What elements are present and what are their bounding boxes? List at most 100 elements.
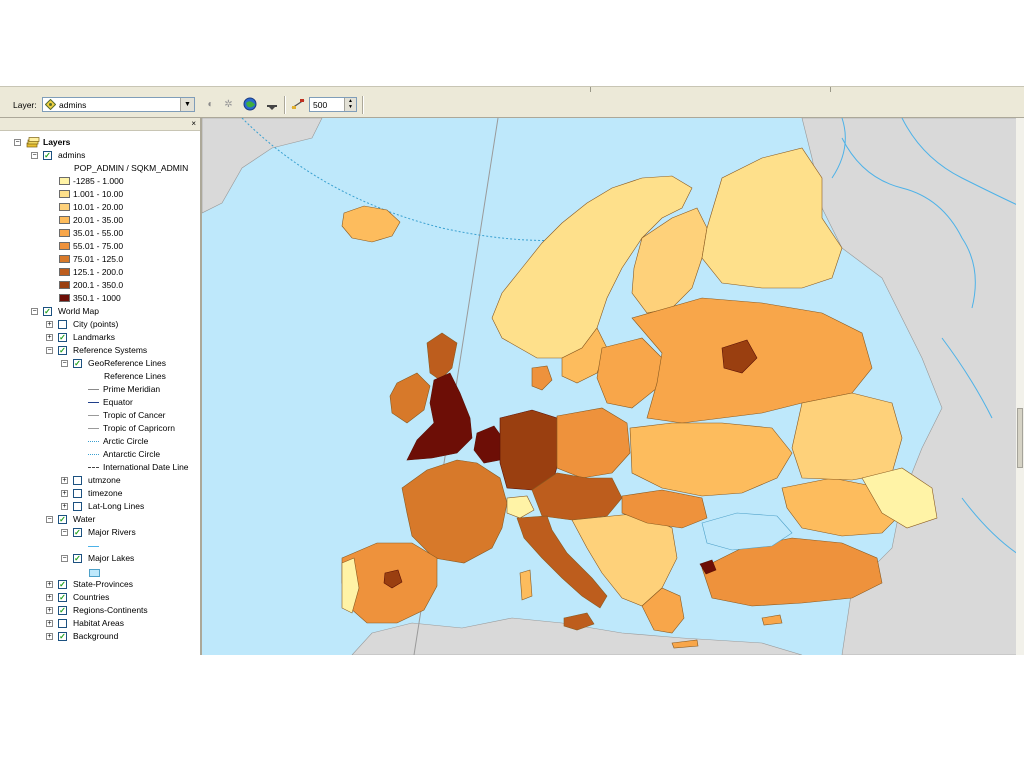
scotland bbox=[426, 332, 458, 381]
major-lakes-checkbox[interactable]: ✓ bbox=[73, 554, 82, 563]
expand-icon[interactable]: + bbox=[46, 321, 53, 328]
expand-icon[interactable]: + bbox=[61, 477, 68, 484]
collapse-icon[interactable]: − bbox=[31, 152, 38, 159]
georeference-lines-checkbox[interactable]: ✓ bbox=[73, 359, 82, 368]
city-checkbox[interactable]: ✓ bbox=[58, 320, 67, 329]
world-map-label: World Map bbox=[58, 306, 99, 316]
layer-label: Layer: bbox=[13, 100, 37, 110]
spinner-buttons[interactable]: ▲ ▼ bbox=[344, 98, 356, 111]
baltics bbox=[596, 337, 663, 409]
close-icon[interactable]: × bbox=[191, 118, 196, 130]
expand-icon[interactable]: + bbox=[61, 503, 68, 510]
reference-line-swatch bbox=[88, 389, 99, 390]
poland bbox=[556, 407, 631, 479]
chevron-down-icon[interactable]: ▼ bbox=[345, 104, 356, 110]
georeference-lines-label: GeoReference Lines bbox=[88, 358, 166, 368]
reference-systems-checkbox[interactable]: ✓ bbox=[58, 346, 67, 355]
city-label: City (points) bbox=[73, 319, 119, 329]
contrast-icon[interactable]: ◐ bbox=[203, 97, 218, 112]
reference-line-label: Arctic Circle bbox=[103, 436, 149, 446]
scale-spinner[interactable]: 500 ▲ ▼ bbox=[309, 97, 357, 112]
reference-line-swatch bbox=[88, 428, 99, 429]
expand-icon[interactable]: + bbox=[46, 581, 53, 588]
cyprus bbox=[761, 614, 783, 626]
admins-label: admins bbox=[58, 150, 86, 160]
switzerland bbox=[506, 495, 535, 519]
background-label: Background bbox=[73, 631, 119, 641]
reference-line-label: Tropic of Capricorn bbox=[103, 423, 175, 433]
reference-line-label: International Date Line bbox=[103, 462, 189, 472]
legend-swatch bbox=[59, 203, 70, 211]
legend-swatch bbox=[59, 229, 70, 237]
habitat-areas-label: Habitat Areas bbox=[73, 618, 125, 628]
major-lakes-label: Major Lakes bbox=[88, 553, 135, 563]
major-rivers-checkbox[interactable]: ✓ bbox=[73, 528, 82, 537]
map-view[interactable] bbox=[202, 118, 1024, 655]
reference-line-label: Prime Meridian bbox=[103, 384, 161, 394]
collapse-icon[interactable]: − bbox=[61, 555, 68, 562]
water-checkbox[interactable]: ✓ bbox=[58, 515, 67, 524]
benelux bbox=[473, 425, 505, 464]
background-checkbox[interactable]: ✓ bbox=[58, 632, 67, 641]
collapse-icon[interactable]: − bbox=[14, 139, 21, 146]
landmarks-label: Landmarks bbox=[73, 332, 116, 342]
scale-value: 500 bbox=[313, 100, 328, 110]
habitat-areas-checkbox[interactable]: ✓ bbox=[58, 619, 67, 628]
swipe-icon[interactable] bbox=[290, 97, 305, 112]
legend-swatch bbox=[59, 294, 70, 302]
collapse-icon[interactable]: − bbox=[46, 516, 53, 523]
collapse-icon[interactable]: − bbox=[31, 308, 38, 315]
europe-choropleth-map[interactable] bbox=[202, 118, 1024, 655]
state-provinces-checkbox[interactable]: ✓ bbox=[58, 580, 67, 589]
timezone-checkbox[interactable]: ✓ bbox=[73, 489, 82, 498]
brightness-icon[interactable]: ✲ bbox=[221, 97, 236, 112]
expand-icon[interactable]: + bbox=[61, 490, 68, 497]
legend-swatch bbox=[59, 216, 70, 224]
reference-line-label: Equator bbox=[103, 397, 133, 407]
admins-checkbox[interactable]: ✓ bbox=[43, 151, 52, 160]
utmzone-checkbox[interactable]: ✓ bbox=[73, 476, 82, 485]
expand-icon[interactable]: + bbox=[46, 607, 53, 614]
admins-field-label: POP_ADMIN / SQKM_ADMIN bbox=[74, 163, 189, 173]
reference-lines-label: Reference Lines bbox=[104, 371, 166, 381]
reference-line-label: Antarctic Circle bbox=[103, 449, 161, 459]
collapse-icon[interactable]: − bbox=[61, 360, 68, 367]
countries-label: Countries bbox=[73, 592, 110, 602]
reference-line-swatch bbox=[88, 467, 99, 468]
sardinia bbox=[519, 569, 533, 601]
countries-checkbox[interactable]: ✓ bbox=[58, 593, 67, 602]
greenland-landmass bbox=[202, 118, 323, 214]
legend-label: 75.01 - 125.0 bbox=[73, 254, 124, 264]
legend-swatch bbox=[59, 255, 70, 263]
regions-continents-checkbox[interactable]: ✓ bbox=[58, 606, 67, 615]
collapse-icon[interactable]: − bbox=[46, 347, 53, 354]
diamond-layer-icon bbox=[45, 99, 56, 110]
chevron-down-icon[interactable]: ▼ bbox=[180, 98, 194, 111]
expand-icon[interactable]: + bbox=[46, 620, 53, 627]
timezone-label: timezone bbox=[88, 488, 123, 498]
legend-label: 200.1 - 350.0 bbox=[73, 280, 124, 290]
utmzone-label: utmzone bbox=[88, 475, 121, 485]
lat-long-checkbox[interactable]: ✓ bbox=[73, 502, 82, 511]
collapse-icon[interactable]: − bbox=[61, 529, 68, 536]
reference-line-swatch bbox=[88, 415, 99, 416]
expand-icon[interactable]: + bbox=[46, 594, 53, 601]
world-map-checkbox[interactable]: ✓ bbox=[43, 307, 52, 316]
layer-dropdown[interactable]: admins ▼ bbox=[42, 97, 195, 112]
east-russia-south bbox=[791, 392, 903, 481]
ukraine bbox=[629, 422, 793, 497]
iceland bbox=[341, 205, 401, 243]
toc-header: × bbox=[0, 118, 200, 131]
expand-icon[interactable]: + bbox=[46, 334, 53, 341]
globe-icon[interactable] bbox=[242, 97, 257, 112]
effects-icon[interactable] bbox=[264, 97, 279, 112]
legend-swatch bbox=[59, 268, 70, 276]
table-of-contents: × − Layers − ✓ admins POP_ADMIN / SQKM_A… bbox=[0, 118, 202, 655]
landmarks-checkbox[interactable]: ✓ bbox=[58, 333, 67, 342]
scrollbar-thumb[interactable] bbox=[1017, 408, 1023, 468]
expand-icon[interactable]: + bbox=[46, 633, 53, 640]
major-rivers-label: Major Rivers bbox=[88, 527, 136, 537]
denmark bbox=[531, 365, 553, 391]
ireland bbox=[389, 372, 431, 424]
map-scrollbar[interactable] bbox=[1016, 118, 1024, 655]
